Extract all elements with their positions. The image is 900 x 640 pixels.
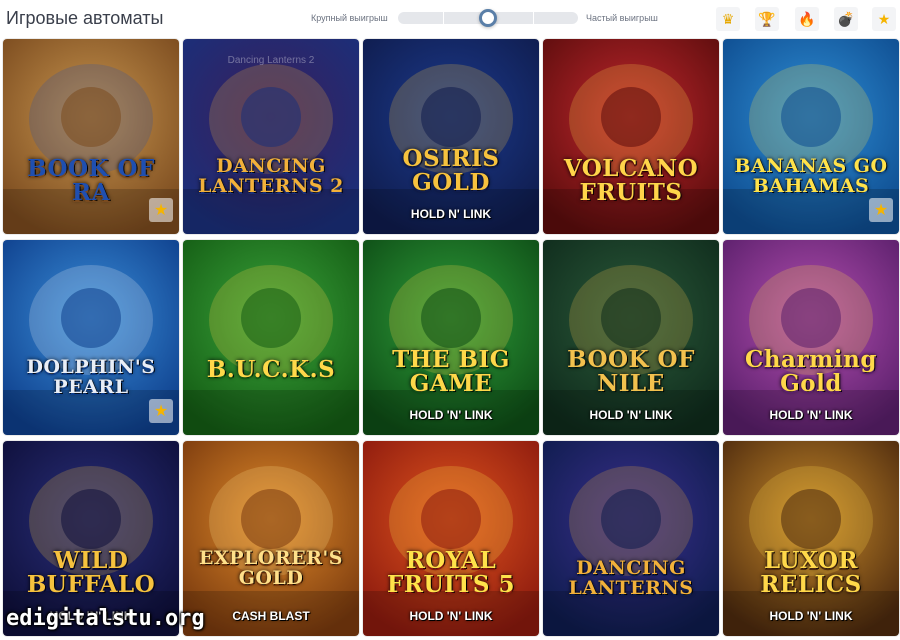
- game-title: BOOK OF RA: [27, 155, 155, 207]
- game-title: DOLPHIN'S PEARL: [26, 356, 156, 398]
- game-artwork: [363, 64, 539, 234]
- game-subtitle: HOLD 'N' LINK: [769, 609, 853, 623]
- game-artwork: [363, 265, 539, 435]
- game-title: B.U.C.K.S: [206, 356, 336, 383]
- favorite-button[interactable]: ★: [149, 198, 173, 222]
- game-tile[interactable]: EXPLORER'S GOLD CASH BLAST: [183, 441, 359, 636]
- game-tile[interactable]: BOOK OF NILE HOLD 'N' LINK: [543, 240, 719, 435]
- game-tile[interactable]: LUXOR RELICS HOLD 'N' LINK: [723, 441, 899, 636]
- game-title: DANCING LANTERNS 2: [198, 155, 344, 197]
- game-grid: BOOK OF RA ★ Dancing Lanterns 2 DANCING LAN…: [3, 39, 899, 639]
- game-tile[interactable]: VOLCANO FRUITS: [543, 39, 719, 234]
- game-title: DANCING LANTERNS: [568, 557, 694, 599]
- game-title: ROYAL FRUITS 5: [387, 547, 515, 599]
- watermark: edigitalstu.org: [6, 606, 205, 631]
- volatility-slider-handle[interactable]: [479, 9, 497, 27]
- game-artwork: [543, 466, 719, 636]
- star-icon: ★: [873, 202, 889, 219]
- game-title: WILD BUFFALO: [26, 547, 156, 599]
- game-artwork: [183, 466, 359, 636]
- favorite-button[interactable]: ★: [149, 399, 173, 423]
- game-subtitle: CASH BLAST: [232, 609, 310, 623]
- game-title: OSIRIS GOLD: [402, 145, 500, 197]
- game-subtitle: HOLD 'N' LINK: [589, 408, 673, 422]
- game-tile[interactable]: Charming Gold HOLD 'N' LINK: [723, 240, 899, 435]
- game-title: Charming Gold: [745, 346, 877, 398]
- game-title: BOOK OF NILE: [567, 346, 695, 398]
- game-tile[interactable]: BANANAS GO BAHAMAS ★: [723, 39, 899, 234]
- game-tile[interactable]: DOLPHIN'S PEARL ★: [3, 240, 179, 435]
- star-icon: ★: [153, 202, 169, 219]
- filter-fire-button[interactable]: 🔥: [795, 7, 819, 31]
- slider-segment-divider: [533, 12, 534, 24]
- star-icon: ★: [153, 403, 169, 420]
- top-bar: Игровые автоматы Крупный выигрыш Частый …: [0, 0, 900, 38]
- favorite-button[interactable]: ★: [869, 198, 893, 222]
- game-title: VOLCANO FRUITS: [563, 155, 699, 207]
- game-artwork: [723, 265, 899, 435]
- slider-segment-divider: [443, 12, 444, 24]
- game-title: EXPLORER'S GOLD: [198, 547, 344, 589]
- volatility-right-label: Частый выигрыш: [586, 13, 658, 23]
- trophy-icon: 🏆: [758, 11, 776, 27]
- game-artwork: [183, 64, 359, 234]
- filter-trophy-button[interactable]: 🏆: [755, 7, 779, 31]
- game-tile[interactable]: ROYAL FRUITS 5 HOLD 'N' LINK: [363, 441, 539, 636]
- game-artwork: [363, 466, 539, 636]
- star-icon: ★: [877, 11, 891, 27]
- game-tile[interactable]: DANCING LANTERNS: [543, 441, 719, 636]
- game-tile[interactable]: THE BIG GAME HOLD 'N' LINK: [363, 240, 539, 435]
- filter-bomb-button[interactable]: 💣: [834, 7, 858, 31]
- game-artwork: [723, 466, 899, 636]
- game-title: BANANAS GO BAHAMAS: [734, 155, 888, 197]
- game-subtitle: HOLD 'N' LINK: [409, 609, 493, 623]
- game-tile[interactable]: Dancing Lanterns 2 DANCING LANTERNS 2: [183, 39, 359, 234]
- game-tile[interactable]: OSIRIS GOLD HOLD N' LINK: [363, 39, 539, 234]
- game-tile[interactable]: B.U.C.K.S: [183, 240, 359, 435]
- page-title: Игровые автоматы: [6, 8, 164, 28]
- game-subtitle: HOLD N' LINK: [410, 207, 492, 221]
- game-caption: Dancing Lanterns 2: [227, 55, 315, 66]
- bomb-icon: 💣: [837, 11, 855, 27]
- crown-icon: ♛: [721, 11, 735, 27]
- game-subtitle: HOLD 'N' LINK: [409, 408, 493, 422]
- game-tile[interactable]: BOOK OF RA ★: [3, 39, 179, 234]
- filter-crown-button[interactable]: ♛: [716, 7, 740, 31]
- game-artwork: [543, 265, 719, 435]
- filter-star-button[interactable]: ★: [872, 7, 896, 31]
- game-title: LUXOR RELICS: [760, 547, 862, 599]
- volatility-left-label: Крупный выигрыш: [311, 13, 388, 23]
- volatility-slider[interactable]: [398, 9, 578, 27]
- fire-icon: 🔥: [798, 11, 816, 27]
- game-title: THE BIG GAME: [392, 346, 510, 398]
- game-subtitle: HOLD 'N' LINK: [769, 408, 853, 422]
- game-artwork: [183, 265, 359, 435]
